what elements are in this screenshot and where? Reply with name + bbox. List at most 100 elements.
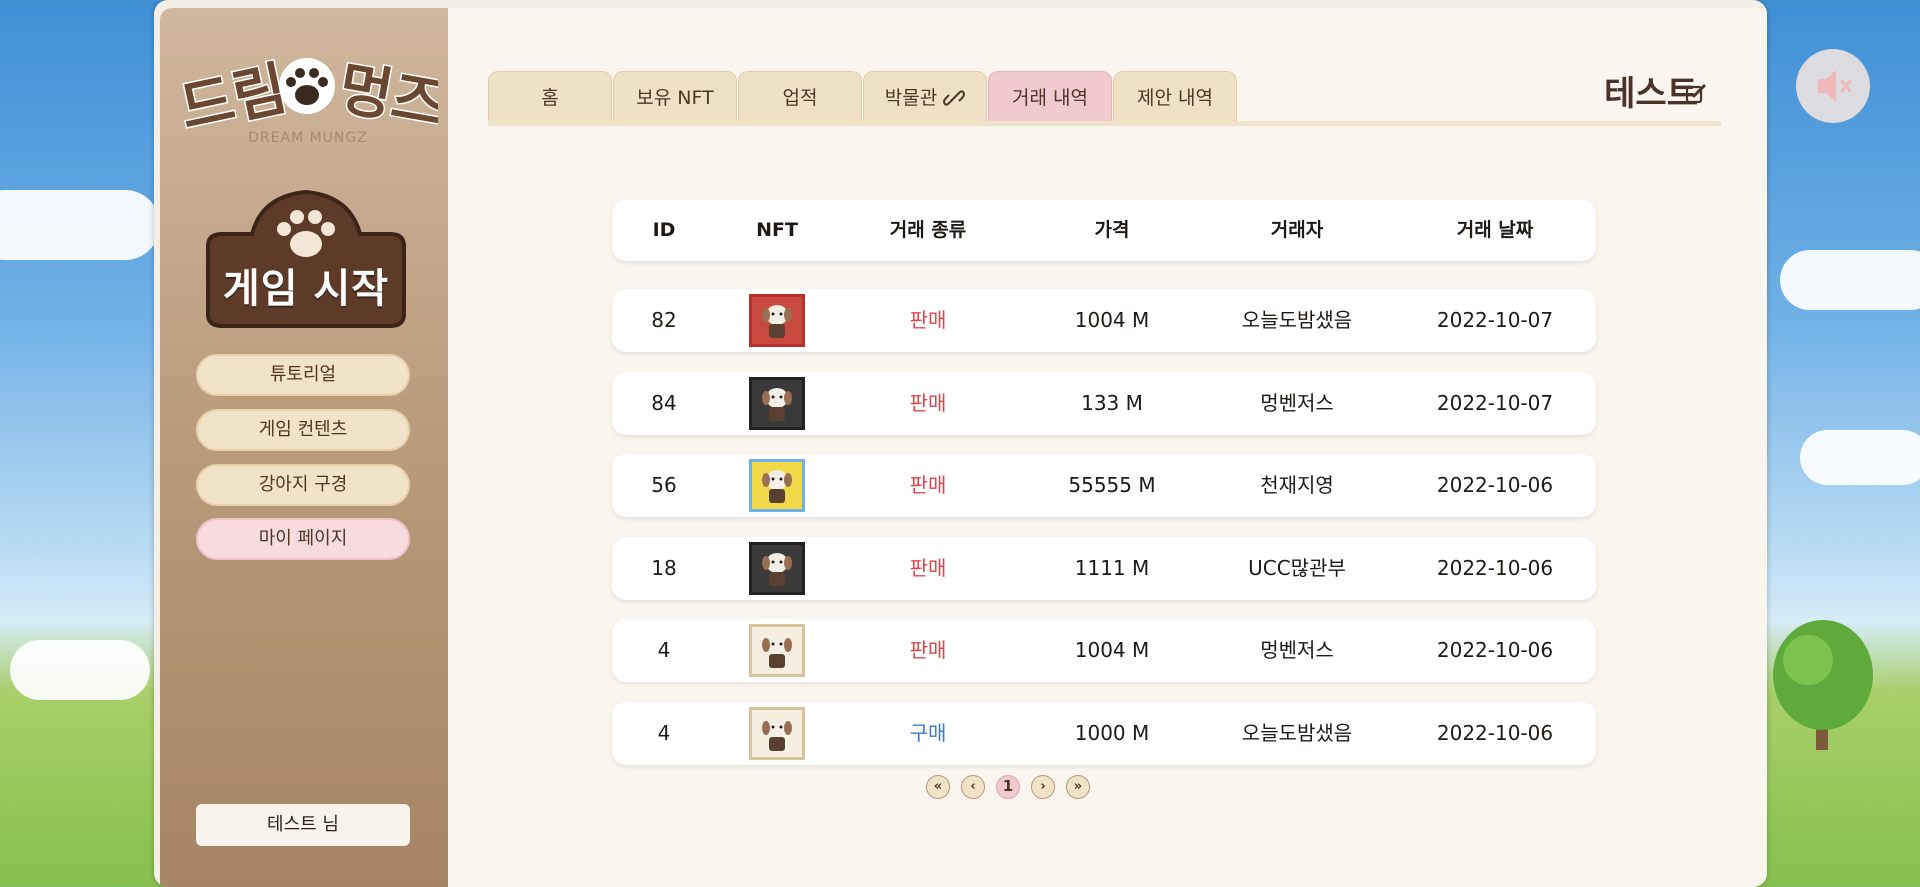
tab-achievements[interactable]: 업적 <box>738 71 862 123</box>
table-row[interactable]: 84 판매 133 M 멍벤저스 2022-10-07 <box>612 371 1596 435</box>
pagination: « ‹ 1 › » <box>926 775 1090 799</box>
row-price: 1004 M <box>1074 308 1150 332</box>
tab-owned-nft[interactable]: 보유 NFT <box>613 71 737 123</box>
first-page-button[interactable]: « <box>926 775 950 799</box>
background-tree <box>1768 610 1878 750</box>
row-trader: 멍벤저스 <box>1260 390 1334 415</box>
row-trader: UCC많관부 <box>1248 555 1346 580</box>
background-cloud <box>1800 430 1920 485</box>
header-id: ID <box>652 219 676 241</box>
row-price: 55555 M <box>1068 473 1156 497</box>
row-trader: 멍벤저스 <box>1260 638 1334 662</box>
page-1-button[interactable]: 1 <box>996 775 1020 799</box>
edit-icon[interactable] <box>1684 82 1708 106</box>
tab-offer-history-label: 제안 내역 <box>1137 86 1213 109</box>
table-row[interactable]: 4 구매 1000 M 오늘도밤샜음 2022-10-06 <box>612 701 1596 765</box>
header-nft: NFT <box>756 219 798 241</box>
tab-home-label: 홈 <box>541 86 559 109</box>
table-header-row: ID NFT 거래 종류 가격 거래자 거래 날짜 <box>612 200 1596 261</box>
trade-type: 판매 <box>909 555 947 580</box>
tab-offer-history[interactable]: 제안 내역 <box>1113 71 1237 123</box>
row-date: 2022-10-06 <box>1436 473 1554 497</box>
header-price: 가격 <box>1094 219 1130 241</box>
row-price: 1004 M <box>1074 638 1150 662</box>
nav-dog-gallery[interactable]: 강아지 구경 <box>196 464 410 506</box>
dog-nft-icon <box>762 305 792 338</box>
row-trader: 천재지영 <box>1260 473 1334 497</box>
game-start-button[interactable]: 게임 시작 <box>200 186 412 332</box>
row-date: 2022-10-07 <box>1436 390 1554 415</box>
row-price: 1111 M <box>1074 555 1150 580</box>
user-name-badge: 테스트 님 <box>196 804 410 846</box>
row-id: 18 <box>651 555 677 580</box>
trade-type: 판매 <box>909 638 947 662</box>
trade-type: 판매 <box>909 308 947 332</box>
profile-name: 테스트 <box>1604 74 1698 114</box>
svg-text:드림: 드림 <box>178 54 293 135</box>
svg-text:멍즈: 멍즈 <box>334 54 438 135</box>
link-icon <box>943 89 966 106</box>
background-cloud <box>10 640 150 700</box>
row-id: 56 <box>651 473 677 497</box>
game-start-label: 게임 시작 <box>222 266 390 312</box>
row-date: 2022-10-06 <box>1436 638 1554 662</box>
nft-thumbnail[interactable] <box>749 541 805 595</box>
trade-type: 판매 <box>909 390 947 415</box>
next-page-button[interactable]: › <box>1031 775 1055 799</box>
row-price: 133 M <box>1081 390 1143 415</box>
row-id: 84 <box>651 390 677 415</box>
row-id: 4 <box>657 638 671 662</box>
nav-game-contents[interactable]: 게임 컨텐츠 <box>196 409 410 451</box>
sidebar: 드림 멍즈 DREAM MUNGZ 게임 시작 튜토리얼 게임 컨텐츠 강아지 … <box>160 8 452 887</box>
row-trader: 오늘도밤샜음 <box>1241 308 1353 332</box>
dog-nft-icon <box>762 552 792 586</box>
header-trade-type: 거래 종류 <box>889 219 967 241</box>
app-frame: 드림 멍즈 DREAM MUNGZ 게임 시작 튜토리얼 게임 컨텐츠 강아지 … <box>154 0 1767 887</box>
row-date: 2022-10-06 <box>1436 720 1554 745</box>
header-trade-date: 거래 날짜 <box>1456 219 1534 241</box>
nft-thumbnail[interactable] <box>749 459 805 512</box>
row-trader: 오늘도밤샜음 <box>1241 720 1353 745</box>
background-cloud <box>1780 250 1920 310</box>
speaker-muted-icon <box>1818 70 1852 102</box>
tab-achievements-label: 업적 <box>782 86 818 109</box>
table-row[interactable]: 56 판매 55555 M 천재지영 2022-10-06 <box>612 454 1596 517</box>
trade-type: 판매 <box>909 473 947 497</box>
table-row[interactable]: 82 판매 1004 M 오늘도밤샜음 2022-10-07 <box>612 289 1596 352</box>
prev-page-button[interactable]: ‹ <box>961 775 985 799</box>
table-row[interactable]: 18 판매 1111 M UCC많관부 2022-10-06 <box>612 536 1596 600</box>
row-id: 4 <box>657 720 671 745</box>
row-id: 82 <box>651 308 677 332</box>
row-price: 1000 M <box>1074 720 1150 745</box>
nav-my-page[interactable]: 마이 페이지 <box>196 518 410 560</box>
background-cloud <box>0 190 160 260</box>
nav-tutorial[interactable]: 튜토리얼 <box>196 354 410 396</box>
header-trader: 거래자 <box>1270 219 1324 241</box>
row-date: 2022-10-06 <box>1436 555 1554 580</box>
logo-artwork: 드림 멍즈 <box>173 52 452 144</box>
row-date: 2022-10-07 <box>1436 308 1554 332</box>
tab-underline <box>488 121 1721 126</box>
tab-trade-history-label: 거래 내역 <box>1012 86 1088 109</box>
logo-subtitle: DREAM MUNGZ <box>248 130 368 146</box>
nft-thumbnail[interactable] <box>749 376 805 430</box>
table-row[interactable]: 4 판매 1004 M 멍벤저스 2022-10-06 <box>612 619 1596 682</box>
nft-thumbnail[interactable] <box>749 706 805 760</box>
nft-thumbnail[interactable] <box>749 624 805 677</box>
dog-nft-icon <box>762 387 792 421</box>
mute-sound-button[interactable] <box>1796 49 1870 123</box>
dream-mungz-logo[interactable]: 드림 멍즈 DREAM MUNGZ <box>173 40 452 155</box>
last-page-button[interactable]: » <box>1066 775 1090 799</box>
tab-home[interactable]: 홈 <box>488 71 612 123</box>
nft-thumbnail[interactable] <box>749 294 805 347</box>
dog-nft-icon <box>762 635 792 668</box>
dog-nft-icon <box>762 717 792 751</box>
tab-trade-history[interactable]: 거래 내역 <box>988 71 1112 123</box>
tab-bar: 홈 보유 NFT 업적 박물관 거래 내역 제안 내역 <box>488 71 1238 125</box>
tab-museum[interactable]: 박물관 <box>863 71 987 123</box>
tab-owned-nft-label: 보유 NFT <box>636 86 714 109</box>
trade-type: 구매 <box>909 720 947 745</box>
dog-nft-icon <box>762 470 792 503</box>
main-content: 홈 보유 NFT 업적 박물관 거래 내역 제안 내역 테스트 ID NFT 거… <box>448 8 1767 887</box>
tab-museum-label: 박물관 <box>884 86 938 109</box>
